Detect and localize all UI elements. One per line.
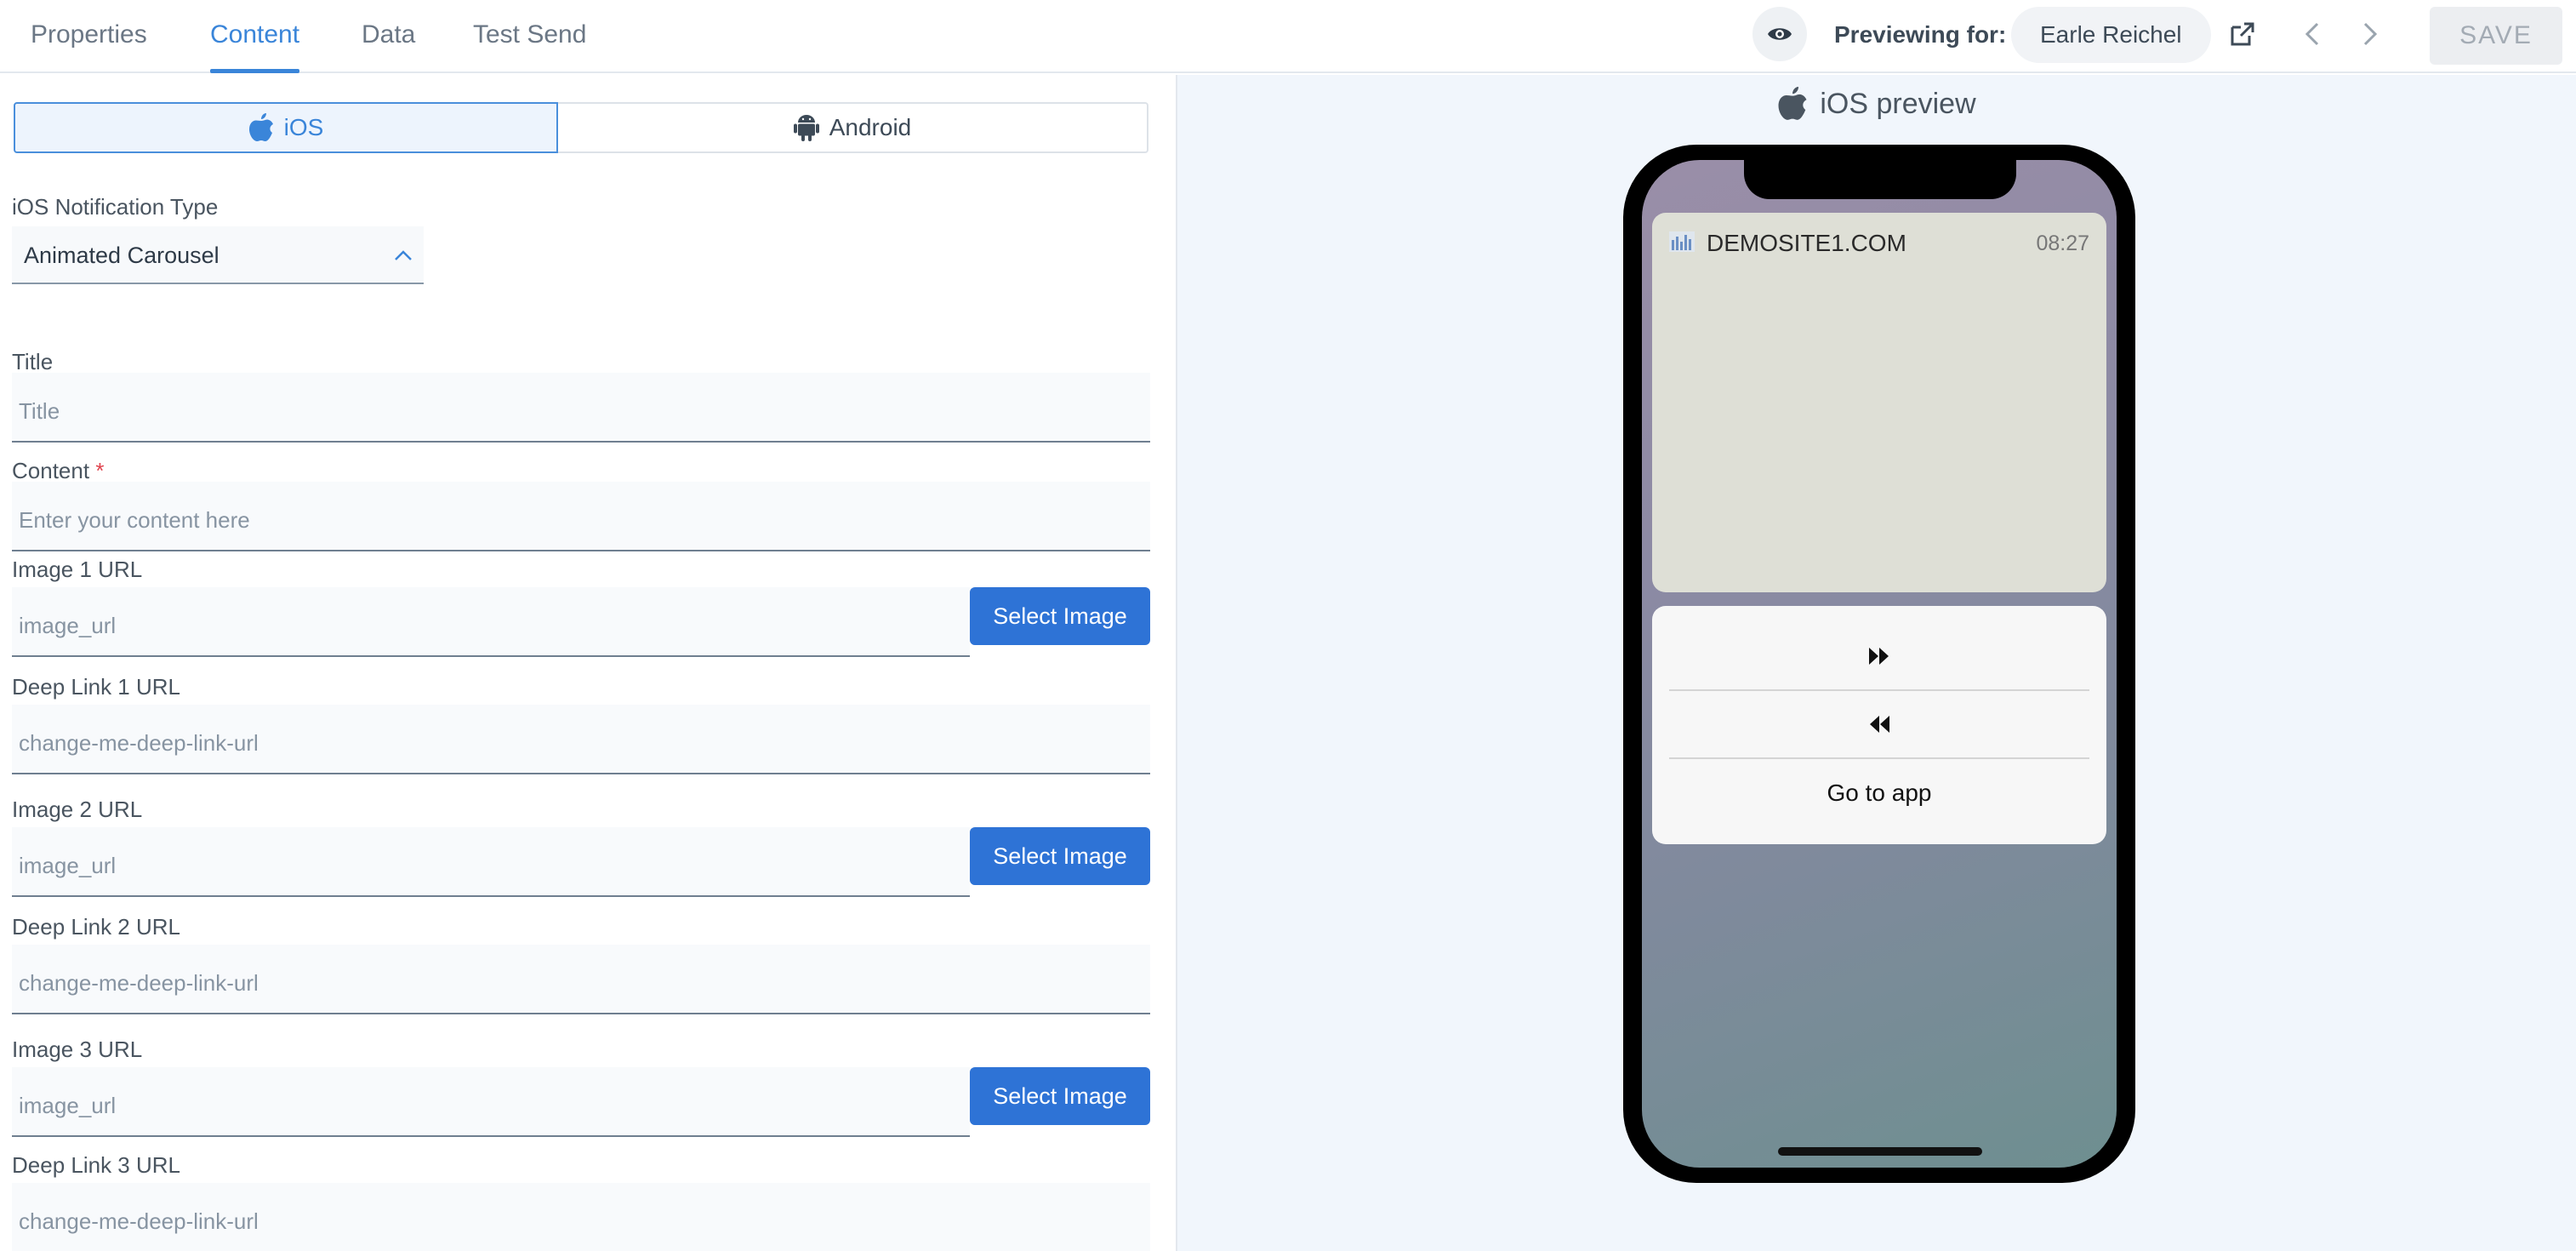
deep-link-1-url-label: Deep Link 1 URL	[12, 674, 180, 700]
preview-user-selector[interactable]: Earle Reichel	[2011, 7, 2211, 63]
preview-panel: iOS preview DEMOSITE1.COM 08:27 Go to ap…	[1177, 75, 2576, 1251]
phone-notch	[1744, 160, 2016, 199]
platform-tab-android[interactable]: Android	[558, 102, 1148, 153]
platform-tab-android-label: Android	[829, 114, 912, 140]
title-input[interactable]	[12, 373, 1150, 443]
next-user-button[interactable]	[2353, 17, 2387, 51]
go-to-app-action[interactable]: Go to app	[1669, 759, 2089, 827]
deep-link-1-url-input[interactable]	[12, 705, 1150, 774]
deep-link-2-url-label: Deep Link 2 URL	[12, 914, 180, 940]
home-indicator	[1778, 1147, 1982, 1156]
notification-type-value: Animated Carousel	[24, 243, 219, 268]
tab-properties[interactable]: Properties	[31, 0, 147, 73]
preview-title: iOS preview	[1177, 87, 2576, 121]
apple-icon	[248, 113, 273, 141]
eye-icon	[1768, 28, 1792, 40]
preview-title-text: iOS preview	[1820, 87, 1976, 120]
carousel-next-action[interactable]	[1669, 623, 2089, 691]
phone-screen: DEMOSITE1.COM 08:27 Go to app	[1642, 160, 2117, 1168]
platform-tab-ios-label: iOS	[283, 114, 324, 140]
content-label: Content *	[12, 458, 104, 484]
select-image-2-button[interactable]: Select Image	[970, 827, 1150, 885]
external-link-icon[interactable]	[2227, 19, 2258, 49]
notification-type-select[interactable]: Animated Carousel	[12, 226, 424, 284]
phone-frame: DEMOSITE1.COM 08:27 Go to app	[1623, 145, 2135, 1183]
select-image-3-button[interactable]: Select Image	[970, 1067, 1150, 1125]
tab-content[interactable]: Content	[210, 0, 300, 73]
image-2-url-input[interactable]	[12, 827, 970, 897]
carousel-previous-action[interactable]	[1669, 691, 2089, 759]
rewind-icon	[1870, 716, 1889, 733]
select-image-1-button[interactable]: Select Image	[970, 587, 1150, 645]
top-bar: Properties Content Data Test Send Previe…	[0, 0, 2576, 73]
image-3-url-input[interactable]	[12, 1067, 970, 1137]
deep-link-3-url-label: Deep Link 3 URL	[12, 1152, 180, 1178]
image-1-url-label: Image 1 URL	[12, 557, 143, 582]
previewing-for-label: Previewing for:	[1834, 21, 2007, 48]
image-2-url-label: Image 2 URL	[12, 797, 143, 822]
preview-toggle-button[interactable]	[1752, 7, 1807, 61]
chevron-left-icon	[2305, 22, 2319, 46]
chevron-up-icon	[395, 250, 412, 260]
tab-test-send[interactable]: Test Send	[473, 0, 586, 73]
notification-card: DEMOSITE1.COM 08:27	[1652, 213, 2106, 592]
content-input[interactable]	[12, 482, 1150, 551]
android-icon	[793, 115, 819, 141]
title-label: Title	[12, 349, 54, 374]
fast-forward-icon	[1869, 648, 1889, 665]
chevron-right-icon	[2363, 22, 2378, 46]
image-3-url-label: Image 3 URL	[12, 1037, 143, 1062]
tab-data[interactable]: Data	[362, 0, 415, 73]
notification-time: 08:27	[2036, 231, 2089, 255]
content-label-text: Content	[12, 458, 90, 483]
deep-link-2-url-input[interactable]	[12, 945, 1150, 1014]
apple-icon	[1778, 87, 1807, 120]
save-button[interactable]: SAVE	[2430, 7, 2562, 65]
notification-actions: Go to app	[1652, 606, 2106, 844]
deep-link-3-url-input[interactable]	[12, 1183, 1150, 1251]
notification-app-name: DEMOSITE1.COM	[1707, 230, 1906, 256]
image-1-url-input[interactable]	[12, 587, 970, 657]
platform-tab-ios[interactable]: iOS	[14, 102, 558, 153]
previous-user-button[interactable]	[2295, 17, 2329, 51]
required-marker: *	[95, 458, 105, 483]
notification-type-label: iOS Notification Type	[12, 194, 219, 220]
app-icon	[1669, 231, 1695, 252]
content-form: iOS Android iOS Notification Type Animat…	[0, 75, 1176, 1251]
